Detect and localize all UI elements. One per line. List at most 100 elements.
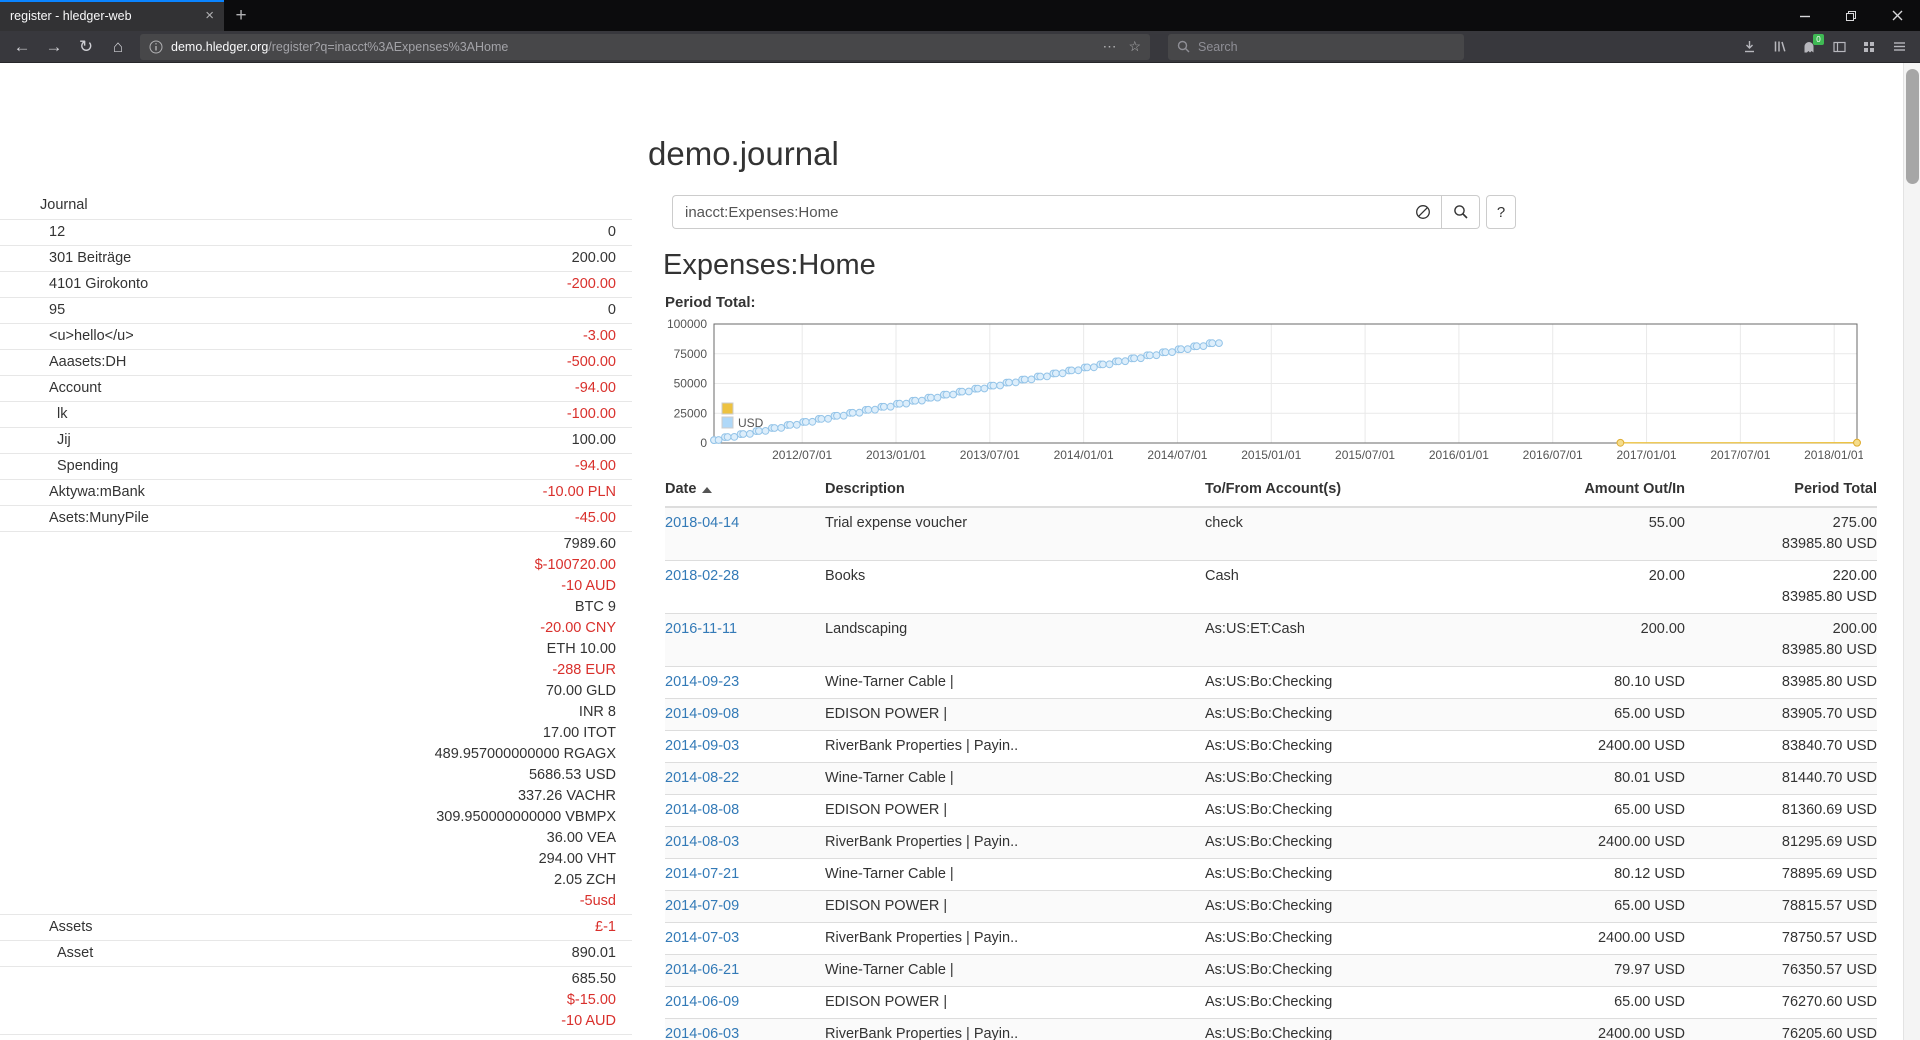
back-button[interactable]: ← (6, 33, 38, 61)
sidebar-account-row[interactable]: Aktywa:mBank-10.00 PLN (0, 479, 632, 505)
sidebar-account-row[interactable]: Asset890.01 (0, 940, 632, 966)
register-row[interactable]: 2014-08-08EDISON POWER |As:US:Bo:Checkin… (665, 795, 1877, 827)
bookmark-star-icon[interactable]: ☆ (1128, 38, 1141, 55)
forward-button[interactable]: → (38, 33, 70, 61)
query-input[interactable] (672, 195, 1404, 229)
transaction-date-link[interactable]: 2014-08-22 (665, 770, 739, 786)
sidebar-account-row[interactable]: 685.50$-15.00-10 AUD (0, 966, 632, 1034)
sidebar-account-row[interactable]: Spending-94.00 (0, 453, 632, 479)
sidebar-account-row[interactable]: 301 Beiträge200.00 (0, 245, 632, 271)
search-submit-button[interactable] (1442, 195, 1480, 229)
sidebar-account-row[interactable]: 4101 Girokonto-200.00 (0, 271, 632, 297)
transaction-date-link[interactable]: 2014-09-03 (665, 738, 739, 754)
sidebar-account-row[interactable]: 120 (0, 219, 632, 245)
browser-tab[interactable]: register - hledger-web × (0, 0, 224, 31)
account-name[interactable]: Spending (0, 456, 575, 477)
scrollbar-thumb[interactable] (1906, 69, 1919, 184)
reload-button[interactable]: ↻ (70, 33, 102, 61)
sidebar-account-row[interactable]: lk-100.00 (0, 401, 632, 427)
transaction-date-link[interactable]: 2014-09-08 (665, 706, 739, 722)
library-button[interactable] (1764, 33, 1794, 61)
transaction-date-link[interactable]: 2014-08-08 (665, 802, 739, 818)
sidebar-account-row[interactable]: Assets£-1 (0, 914, 632, 940)
account-name[interactable]: Aktywa:mBank (0, 482, 543, 503)
account-name[interactable]: 12 (0, 222, 608, 243)
sidebar-account-row[interactable]: 950 (0, 297, 632, 323)
transaction-date-link[interactable]: 2016-11-11 (665, 621, 737, 637)
account-name[interactable]: Assets (0, 917, 595, 938)
browser-search-bar[interactable]: Search (1168, 34, 1464, 60)
transaction-description: EDISON POWER | (825, 891, 1205, 923)
sidebar-item-journal[interactable]: Journal (40, 195, 632, 216)
window-close-button[interactable] (1874, 0, 1920, 31)
transaction-date-link[interactable]: 2014-06-03 (665, 1026, 739, 1040)
period-chart[interactable]: 02500050000750001000002012/07/012013/01/… (663, 315, 1863, 463)
transaction-description: RiverBank Properties | Payin.. (825, 923, 1205, 955)
register-row[interactable]: 2014-09-23Wine-Tarner Cable |As:US:Bo:Ch… (665, 667, 1877, 699)
transaction-date-link[interactable]: 2014-07-21 (665, 866, 739, 882)
account-name[interactable]: 301 Beiträge (0, 248, 572, 269)
transaction-date-link[interactable]: 2014-07-03 (665, 930, 739, 946)
account-name[interactable]: Asets:MunyPile (0, 508, 575, 529)
sidebar-account-row[interactable]: Jij100.00 (0, 427, 632, 453)
search-help-button[interactable]: ? (1486, 195, 1516, 229)
account-name[interactable]: lk (0, 404, 567, 425)
transaction-date-link[interactable]: 2014-06-21 (665, 962, 739, 978)
new-tab-button[interactable]: + (224, 0, 258, 31)
tab-close-icon[interactable]: × (205, 7, 214, 24)
transaction-date-cell: 2016-11-11 (665, 614, 825, 667)
register-row[interactable]: 2014-07-03 RiverBank Properties | Payin..… (665, 923, 1877, 955)
transaction-date-link[interactable]: 2014-06-09 (665, 994, 739, 1010)
apps-grid-button[interactable] (1854, 33, 1884, 61)
menu-button[interactable] (1884, 33, 1914, 61)
account-balance: 100.00 (572, 430, 616, 451)
svg-text:100000: 100000 (667, 317, 707, 331)
transaction-date-link[interactable]: 2014-08-03 (665, 834, 739, 850)
page-actions-icon[interactable]: ⋯ (1102, 38, 1116, 55)
account-name[interactable]: Jij (0, 430, 572, 451)
adblock-extension-button[interactable]: 0 (1794, 33, 1824, 61)
account-name[interactable]: Account (0, 378, 575, 399)
register-row[interactable]: 2014-08-22Wine-Tarner Cable |As:US:Bo:Ch… (665, 763, 1877, 795)
account-name[interactable]: Asset (0, 943, 572, 964)
register-row[interactable]: 2014-08-03RiverBank Properties | Payin..… (665, 827, 1877, 859)
sidebar-account-row[interactable]: Account-94.00 (0, 375, 632, 401)
sidebar-account-row[interactable]: 7989.60$-100720.00-10 AUDBTC 9-20.00 CNY… (0, 531, 632, 914)
account-name[interactable]: Aaasets:DH (0, 352, 567, 373)
register-row[interactable]: 2014-06-03RiverBank Properties | Payin..… (665, 1019, 1877, 1040)
transaction-date-link[interactable]: 2018-04-14 (665, 515, 739, 531)
page-scrollbar[interactable] (1903, 63, 1920, 1040)
sidebar-account-row[interactable]: Asets:MunyPile-45.00 (0, 505, 632, 531)
home-button[interactable]: ⌂ (102, 33, 134, 61)
sidebars-button[interactable] (1824, 33, 1854, 61)
register-row[interactable]: 2014-09-03RiverBank Properties | Payin..… (665, 731, 1877, 763)
balance-amount: INR 8 (435, 702, 616, 723)
register-row[interactable]: 2014-07-09EDISON POWER |As:US:Bo:Checkin… (665, 891, 1877, 923)
sidebar-account-row[interactable]: Cash-30.00 USD (0, 1034, 632, 1040)
sidebar-account-row[interactable]: <u>hello</u>-3.00 (0, 323, 632, 349)
window-restore-button[interactable] (1828, 0, 1874, 31)
url-bar[interactable]: demo.hledger.org/register?q=inacct%3AExp… (140, 34, 1150, 60)
column-header-date[interactable]: Date (665, 473, 825, 507)
clear-query-button[interactable] (1404, 195, 1442, 229)
transaction-date-link[interactable]: 2014-09-23 (665, 674, 739, 690)
register-row[interactable]: 2018-02-28BooksCash20.00220.0083985.80 U… (665, 561, 1877, 614)
register-row[interactable]: 2014-07-21Wine-Tarner Cable |As:US:Bo:Ch… (665, 859, 1877, 891)
sort-by-date-link[interactable]: Date (665, 481, 712, 497)
downloads-button[interactable] (1734, 33, 1764, 61)
sidebar-account-row[interactable]: Aaasets:DH-500.00 (0, 349, 632, 375)
site-info-icon[interactable] (149, 40, 163, 54)
account-name[interactable]: 4101 Girokonto (0, 274, 567, 295)
account-name[interactable]: 95 (0, 300, 608, 321)
url-text[interactable]: demo.hledger.org/register?q=inacct%3AExp… (171, 40, 1090, 54)
register-row[interactable]: 2014-06-09EDISON POWER |As:US:Bo:Checkin… (665, 987, 1877, 1019)
register-row[interactable]: 2014-06-21Wine-Tarner Cable |As:US:Bo:Ch… (665, 955, 1877, 987)
window-minimize-button[interactable] (1782, 0, 1828, 31)
svg-text:2018/01/01: 2018/01/01 (1804, 448, 1863, 462)
transaction-date-link[interactable]: 2018-02-28 (665, 568, 739, 584)
account-name[interactable]: <u>hello</u> (0, 326, 583, 347)
transaction-date-link[interactable]: 2014-07-09 (665, 898, 739, 914)
register-row[interactable]: 2018-04-14Trial expense vouchercheck55.0… (665, 507, 1877, 561)
register-row[interactable]: 2014-09-08EDISON POWER |As:US:Bo:Checkin… (665, 699, 1877, 731)
register-row[interactable]: 2016-11-11LandscapingAs:US:ET:Cash200.00… (665, 614, 1877, 667)
